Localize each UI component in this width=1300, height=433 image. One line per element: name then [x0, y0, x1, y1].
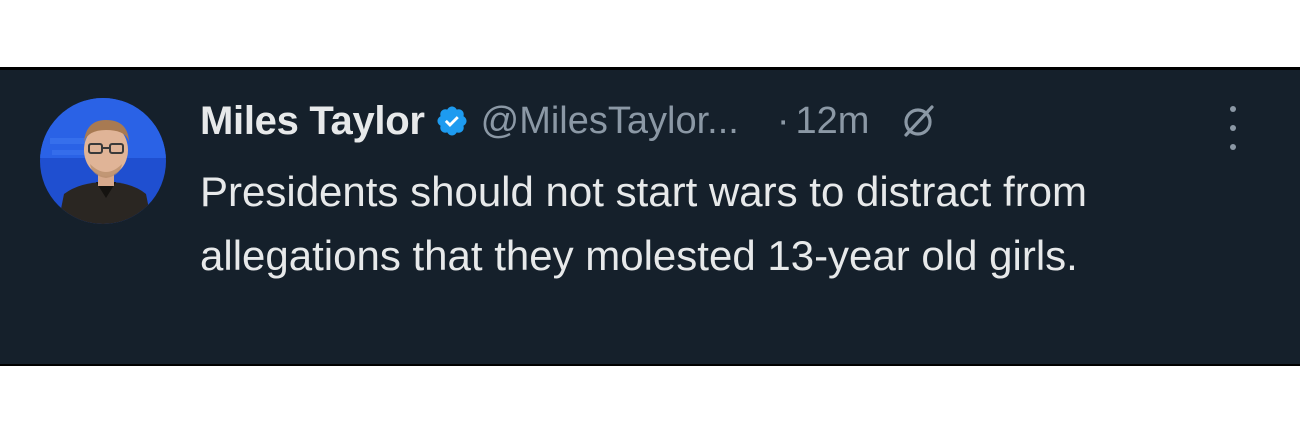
avatar[interactable] — [40, 98, 166, 224]
author-name[interactable]: Miles Taylor — [200, 99, 425, 144]
tweet-header: Miles Taylor @MilesTaylor... · 12m — [200, 96, 1270, 146]
separator-dot: · — [776, 99, 790, 142]
more-options-icon[interactable] — [1226, 106, 1240, 150]
verified-badge-icon[interactable] — [435, 104, 469, 138]
avatar-image — [40, 98, 166, 224]
author-handle[interactable]: @MilesTaylor... — [481, 100, 739, 143]
tweet-text: Presidents should not start wars to dist… — [200, 168, 1088, 279]
grok-icon[interactable] — [899, 102, 937, 140]
timestamp[interactable]: 12m — [795, 100, 869, 143]
tweet-card[interactable]: Miles Taylor @MilesTaylor... · 12m Presi… — [0, 67, 1300, 366]
